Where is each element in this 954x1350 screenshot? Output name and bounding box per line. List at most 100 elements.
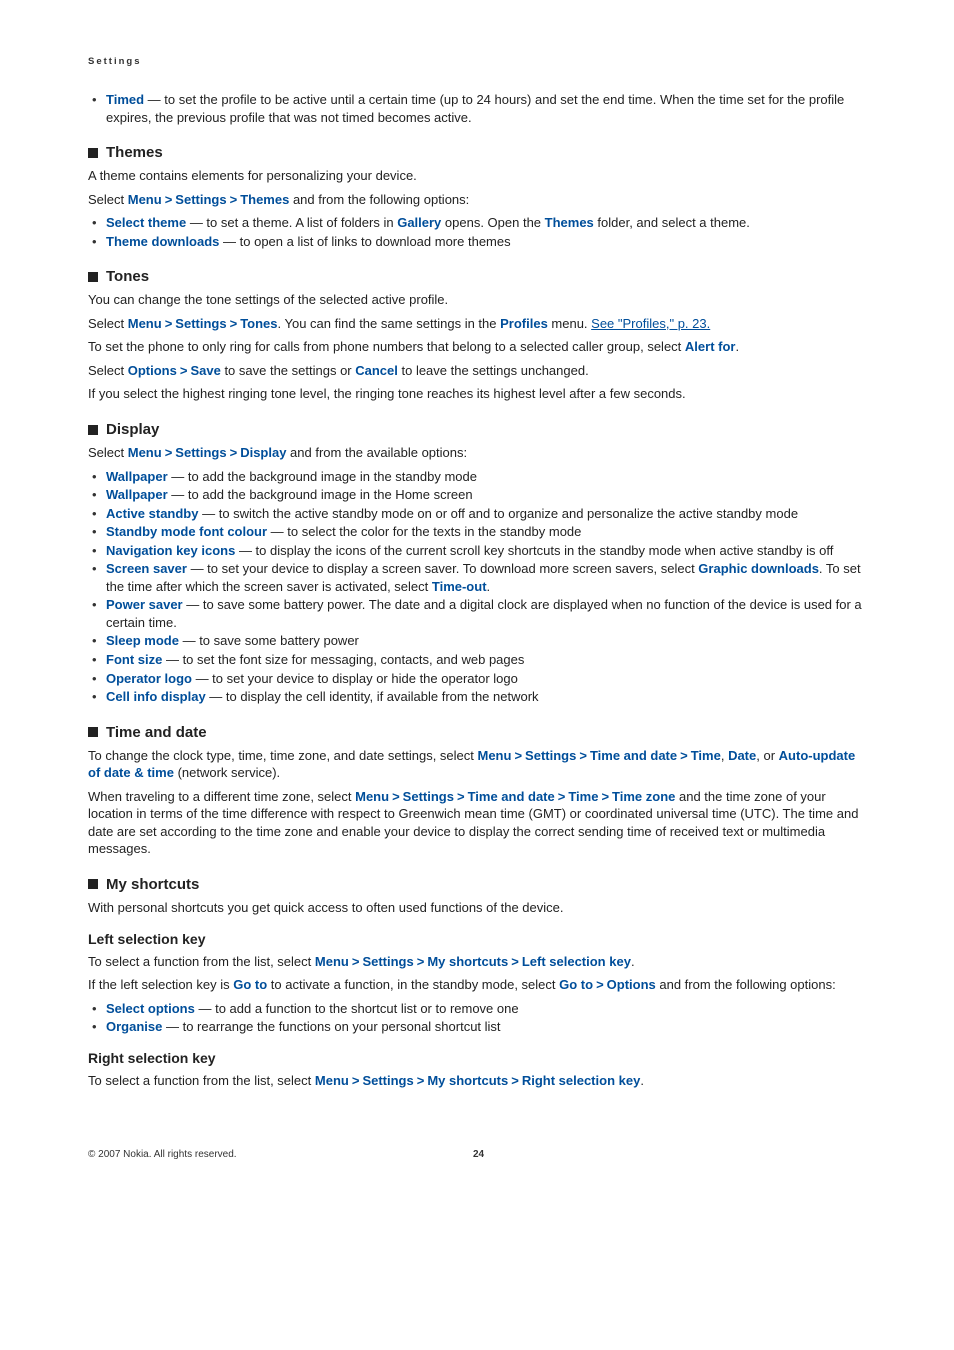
text: , or	[756, 748, 778, 763]
text: opens. Open the	[441, 215, 544, 230]
kw: Power saver	[106, 597, 183, 612]
text: — to set your device to display or hide …	[192, 671, 518, 686]
text: to save the settings or	[221, 363, 355, 378]
chevron-icon: >	[177, 363, 191, 378]
kw: Go to	[559, 977, 593, 992]
list-item: Operator logo — to set your device to di…	[106, 670, 869, 688]
kw: Standby mode font colour	[106, 524, 267, 539]
text: To select a function from the list, sele…	[88, 953, 869, 971]
text: A theme contains elements for personaliz…	[88, 167, 869, 185]
kw: Alert for	[685, 339, 736, 354]
page-number: 24	[473, 1149, 484, 1160]
list-item: Cell info display — to display the cell …	[106, 688, 869, 706]
kw: Menu	[128, 316, 162, 331]
kw-menu: Menu	[128, 192, 162, 207]
list-item: Font size — to set the font size for mes…	[106, 651, 869, 669]
kw: Settings	[362, 954, 413, 969]
kw: Select theme	[106, 215, 186, 230]
text: To change the clock type, time, time zon…	[88, 748, 478, 763]
chevron-icon: >	[454, 789, 468, 804]
link-see-profiles[interactable]: See "Profiles," p. 23.	[591, 316, 710, 331]
text: Select	[88, 363, 128, 378]
chevron-icon: >	[349, 1073, 363, 1088]
text: .	[487, 579, 491, 594]
text: Select Menu>Settings>Display and from th…	[88, 444, 869, 462]
kw: My shortcuts	[427, 954, 508, 969]
kw: Settings	[525, 748, 576, 763]
kw: Go to	[233, 977, 267, 992]
text: — to add the background image in the sta…	[168, 469, 477, 484]
heading-time-date: Time and date	[88, 724, 869, 741]
kw: Save	[190, 363, 220, 378]
kw-settings: Settings	[175, 192, 226, 207]
text: (network service).	[174, 765, 280, 780]
text: Select Menu>Settings>Tones. You can find…	[88, 315, 869, 333]
text: Select	[88, 192, 128, 207]
text: .	[640, 1073, 644, 1088]
text: To select a function from the list, sele…	[88, 954, 315, 969]
text: — to display the icons of the current sc…	[235, 543, 833, 558]
heading-text: Display	[106, 421, 159, 438]
chevron-icon: >	[576, 748, 590, 763]
subheading-right-selection: Right selection key	[88, 1050, 869, 1066]
text: — to add a function to the shortcut list…	[195, 1001, 519, 1016]
text: Select	[88, 316, 128, 331]
chevron-icon: >	[349, 954, 363, 969]
square-bullet-icon	[88, 879, 98, 889]
kw: Options	[607, 977, 656, 992]
list-item: Navigation key icons — to display the ic…	[106, 542, 869, 560]
kw: Time and date	[590, 748, 677, 763]
text: — to save some battery power	[179, 633, 359, 648]
kw: Cell info display	[106, 689, 206, 704]
text: To select a function from the list, sele…	[88, 1072, 869, 1090]
subheading-left-selection: Left selection key	[88, 931, 869, 947]
heading-text: Tones	[106, 268, 149, 285]
chevron-icon: >	[508, 1073, 522, 1088]
kw: Time-out	[432, 579, 487, 594]
chevron-icon: >	[162, 316, 176, 331]
kw-themes: Themes	[240, 192, 289, 207]
text: If you select the highest ringing tone l…	[88, 385, 869, 403]
list-item: Standby mode font colour — to select the…	[106, 523, 869, 541]
chevron-icon: >	[414, 954, 428, 969]
list-item: Select theme — to set a theme. A list of…	[106, 214, 869, 232]
list-item: Active standby — to switch the active st…	[106, 505, 869, 523]
kw: Time zone	[612, 789, 675, 804]
chevron-icon: >	[227, 192, 241, 207]
chevron-icon: >	[389, 789, 403, 804]
list-item: Sleep mode — to save some battery power	[106, 632, 869, 650]
heading-tones: Tones	[88, 268, 869, 285]
chevron-icon: >	[414, 1073, 428, 1088]
text: You can change the tone settings of the …	[88, 291, 869, 309]
text: — to add the background image in the Hom…	[168, 487, 473, 502]
kw: Settings	[403, 789, 454, 804]
text: Select	[88, 445, 128, 460]
kw: Wallpaper	[106, 487, 168, 502]
text: menu.	[548, 316, 591, 331]
chevron-icon: >	[598, 789, 612, 804]
heading-text: Themes	[106, 144, 163, 161]
kw: Date	[728, 748, 756, 763]
kw: Cancel	[355, 363, 398, 378]
kw: Settings	[362, 1073, 413, 1088]
text: — to save some battery power. The date a…	[106, 597, 862, 630]
kw: Menu	[355, 789, 389, 804]
kw: Screen saver	[106, 561, 187, 576]
text: — to select the color for the texts in t…	[267, 524, 581, 539]
kw: Menu	[128, 445, 162, 460]
kw: Settings	[175, 316, 226, 331]
square-bullet-icon	[88, 425, 98, 435]
text: .	[631, 954, 635, 969]
text: to activate a function, in the standby m…	[267, 977, 559, 992]
kw: Time and date	[468, 789, 555, 804]
kw: My shortcuts	[427, 1073, 508, 1088]
chevron-icon: >	[555, 789, 569, 804]
kw-timed: Timed	[106, 92, 144, 107]
kw: Themes	[545, 215, 594, 230]
text: — to switch the active standby mode on o…	[198, 506, 798, 521]
text: — to open a list of links to download mo…	[219, 234, 510, 249]
text: Select Menu>Settings>Themes and from the…	[88, 191, 869, 209]
text: ,	[721, 748, 728, 763]
kw: Options	[128, 363, 177, 378]
kw: Select options	[106, 1001, 195, 1016]
